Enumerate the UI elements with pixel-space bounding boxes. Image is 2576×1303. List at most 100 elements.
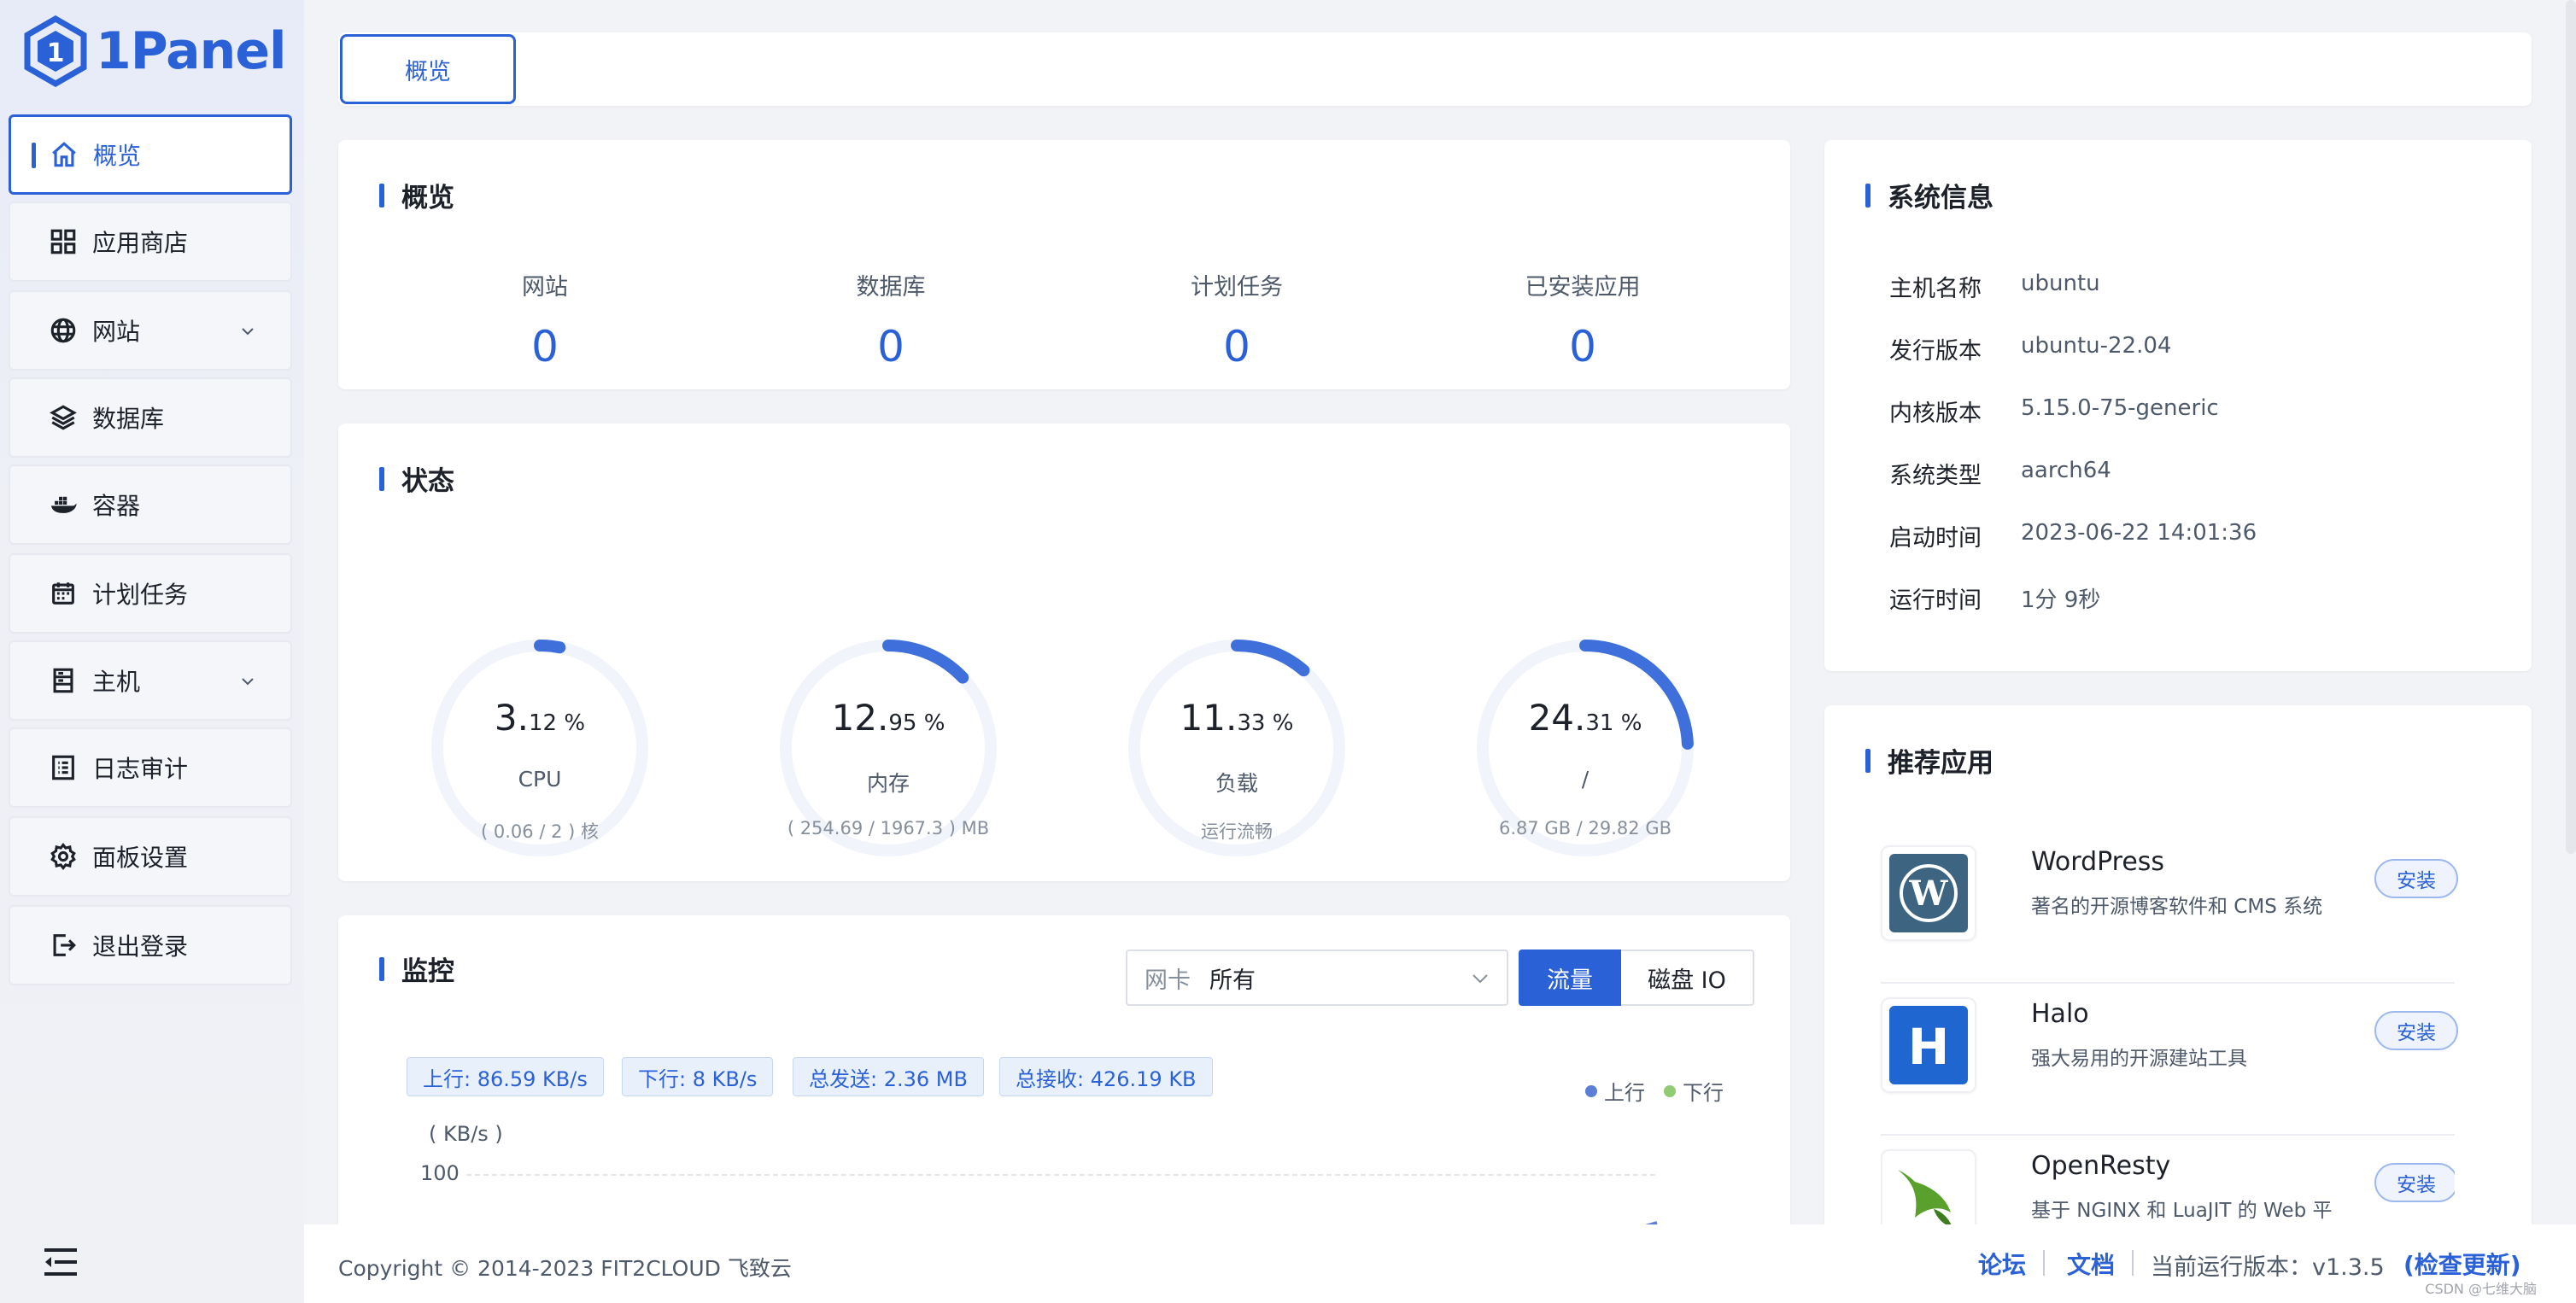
gauge-value: 11.33 %	[1180, 697, 1294, 739]
install-button[interactable]: 安装	[2374, 1011, 2458, 1050]
wordpress-icon: W	[1889, 854, 1968, 932]
install-button[interactable]: 安装	[2374, 1163, 2455, 1202]
sidebar-item-label: 数据库	[92, 405, 165, 433]
halo-logo: H	[1881, 997, 1976, 1093]
copyright-text: Copyright © 2014-2023 FIT2CLOUD 飞致云	[338, 1256, 792, 1281]
app-description: 基于 NGINX 和 LuaJIT 的 Web 平	[2031, 1200, 2333, 1222]
footer: Copyright © 2014-2023 FIT2CLOUD 飞致云 论坛 文…	[304, 1224, 2576, 1303]
sysinfo-value: ubuntu	[2021, 271, 2100, 296]
disk-io-button[interactable]: 磁盘 IO	[1621, 949, 1754, 1006]
load-footer: 运行流畅	[1201, 821, 1273, 842]
sidebar-item-label: 网站	[92, 318, 141, 346]
gauge-value: 12.95 %	[831, 697, 946, 739]
recommended-apps-title: 推荐应用	[1865, 741, 1993, 780]
sysinfo-value: 5.15.0-75-generic	[2021, 395, 2219, 421]
wordpress-logo: W	[1881, 845, 1976, 941]
chart-gridline	[466, 1174, 1655, 1176]
sidebar-item-label: 面板设置	[92, 844, 189, 872]
sysinfo-key: 发行版本	[1889, 338, 1982, 365]
stat-databases[interactable]: 数据库 0	[763, 268, 1019, 371]
stat-installed-apps[interactable]: 已安装应用 0	[1455, 268, 1711, 371]
sysinfo-key: 运行时间	[1889, 587, 1982, 614]
sidebar-item-label: 计划任务	[92, 581, 189, 609]
gauge-label: 负载	[1215, 771, 1258, 796]
app-item-halo[interactable]: H Halo 强大易用的开源建站工具 安装	[1881, 984, 2458, 1136]
nic-select[interactable]: 网卡 所有	[1126, 949, 1508, 1006]
stat-websites[interactable]: 网站 0	[417, 268, 673, 371]
chevron-down-icon	[1472, 974, 1488, 984]
chart-unit: ( KB/s )	[429, 1122, 503, 1146]
tab-bar: 概览	[338, 32, 2532, 106]
sidebar-item-cron[interactable]: 计划任务	[9, 553, 292, 634]
app-item-wordpress[interactable]: W WordPress 著名的开源博客软件和 CMS 系统 安装	[1881, 832, 2458, 984]
app-description: 强大易用的开源建站工具	[2031, 1048, 2247, 1070]
gauge-label: 内存	[866, 771, 910, 796]
sidebar-item-website[interactable]: 网站	[9, 290, 292, 371]
sidebar-item-label: 容器	[92, 492, 141, 520]
gauge-value: 3.12 %	[494, 697, 586, 739]
sidebar-item-label: 日志审计	[92, 755, 189, 783]
tab-overview[interactable]: 概览	[340, 34, 516, 104]
layers-icon	[48, 402, 79, 433]
sidebar-item-logout[interactable]: 退出登录	[9, 905, 292, 985]
forum-link[interactable]: 论坛	[1978, 1247, 2026, 1281]
openresty-icon	[1898, 1170, 1952, 1224]
grid-icon	[48, 226, 79, 257]
legend-down-dot	[1664, 1084, 1676, 1097]
sidebar-item-container[interactable]: 容器	[9, 465, 292, 545]
app-logo[interactable]: 1 1Panel	[24, 15, 287, 87]
calendar-icon	[48, 578, 79, 609]
logo-text: 1Panel	[96, 21, 287, 81]
globe-icon	[48, 315, 79, 346]
halo-icon: H	[1889, 1006, 1968, 1084]
sysinfo-value: ubuntu-22.04	[2021, 333, 2172, 359]
collapse-menu-icon[interactable]	[43, 1247, 79, 1277]
check-update-link[interactable]: (检查更新)	[2403, 1247, 2521, 1281]
sidebar-item-host[interactable]: 主机	[9, 640, 292, 721]
sidebar-item-app-store[interactable]: 应用商店	[9, 202, 292, 282]
svg-text:H: H	[1908, 1018, 1950, 1076]
disk-footer: 6.87 GB / 29.82 GB	[1498, 818, 1671, 838]
chevron-down-icon	[242, 328, 254, 336]
sidebar-item-overview[interactable]: 概览	[9, 114, 292, 195]
stat-cron-jobs[interactable]: 计划任务 0	[1109, 268, 1365, 371]
status-title: 状态	[379, 459, 454, 498]
stat-value: 0	[531, 322, 559, 371]
gauge-label: CPU	[518, 767, 562, 792]
status-card: 状态 3.12 % CPU ( 0.06 / 2 ) 核 12.95 % 内存 …	[338, 424, 1790, 881]
home-icon	[49, 139, 79, 170]
sidebar-item-label: 主机	[92, 668, 141, 696]
server-icon	[48, 665, 79, 696]
app-name: Halo	[2031, 999, 2089, 1029]
nic-select-value: 所有	[1209, 967, 1256, 994]
sidebar-item-label: 退出登录	[92, 932, 189, 961]
stat-label: 计划任务	[1191, 274, 1283, 301]
sidebar-item-log-audit[interactable]: 日志审计	[9, 727, 292, 808]
traffic-button[interactable]: 流量	[1519, 949, 1621, 1006]
sidebar-item-database[interactable]: 数据库	[9, 377, 292, 458]
chart-legend: 上行 下行	[1585, 1076, 1724, 1106]
log-icon	[48, 752, 79, 783]
chart-y-tick: 100	[420, 1161, 460, 1185]
gauge-label: /	[1581, 767, 1590, 792]
chip-total-received: 总接收: 426.19 KB	[999, 1057, 1213, 1096]
monitor-title: 监控	[379, 949, 454, 988]
legend-up-label: 上行	[1604, 1081, 1645, 1105]
sysinfo-value: 2023-06-22 14:01:36	[2021, 520, 2257, 546]
stat-value: 0	[877, 322, 905, 371]
chip-upload-rate: 上行: 86.59 KB/s	[407, 1057, 604, 1096]
app-name: OpenResty	[2031, 1151, 2171, 1181]
sidebar-item-settings[interactable]: 面板设置	[9, 816, 292, 897]
app-item-openresty[interactable]: OpenResty 基于 NGINX 和 LuaJIT 的 Web 平 安装	[1881, 1136, 2455, 1224]
docs-link[interactable]: 文档	[2067, 1247, 2115, 1281]
sysinfo-value: 1分 9秒	[2021, 587, 2101, 613]
sidebar: 1 1Panel 概览 应用商店 网站 数据库 容器 计划任务 主机 日志审计	[0, 0, 304, 1303]
page-scrollbar[interactable]	[2566, 0, 2576, 854]
stat-value: 0	[1569, 322, 1596, 371]
sysinfo-key: 主机名称	[1889, 276, 1982, 302]
install-button[interactable]: 安装	[2374, 859, 2458, 898]
app-description: 著名的开源博客软件和 CMS 系统	[2031, 896, 2323, 918]
openresty-logo	[1881, 1149, 1976, 1224]
gauge-value: 24.31 %	[1528, 697, 1642, 739]
sysinfo-value: aarch64	[2021, 458, 2111, 483]
